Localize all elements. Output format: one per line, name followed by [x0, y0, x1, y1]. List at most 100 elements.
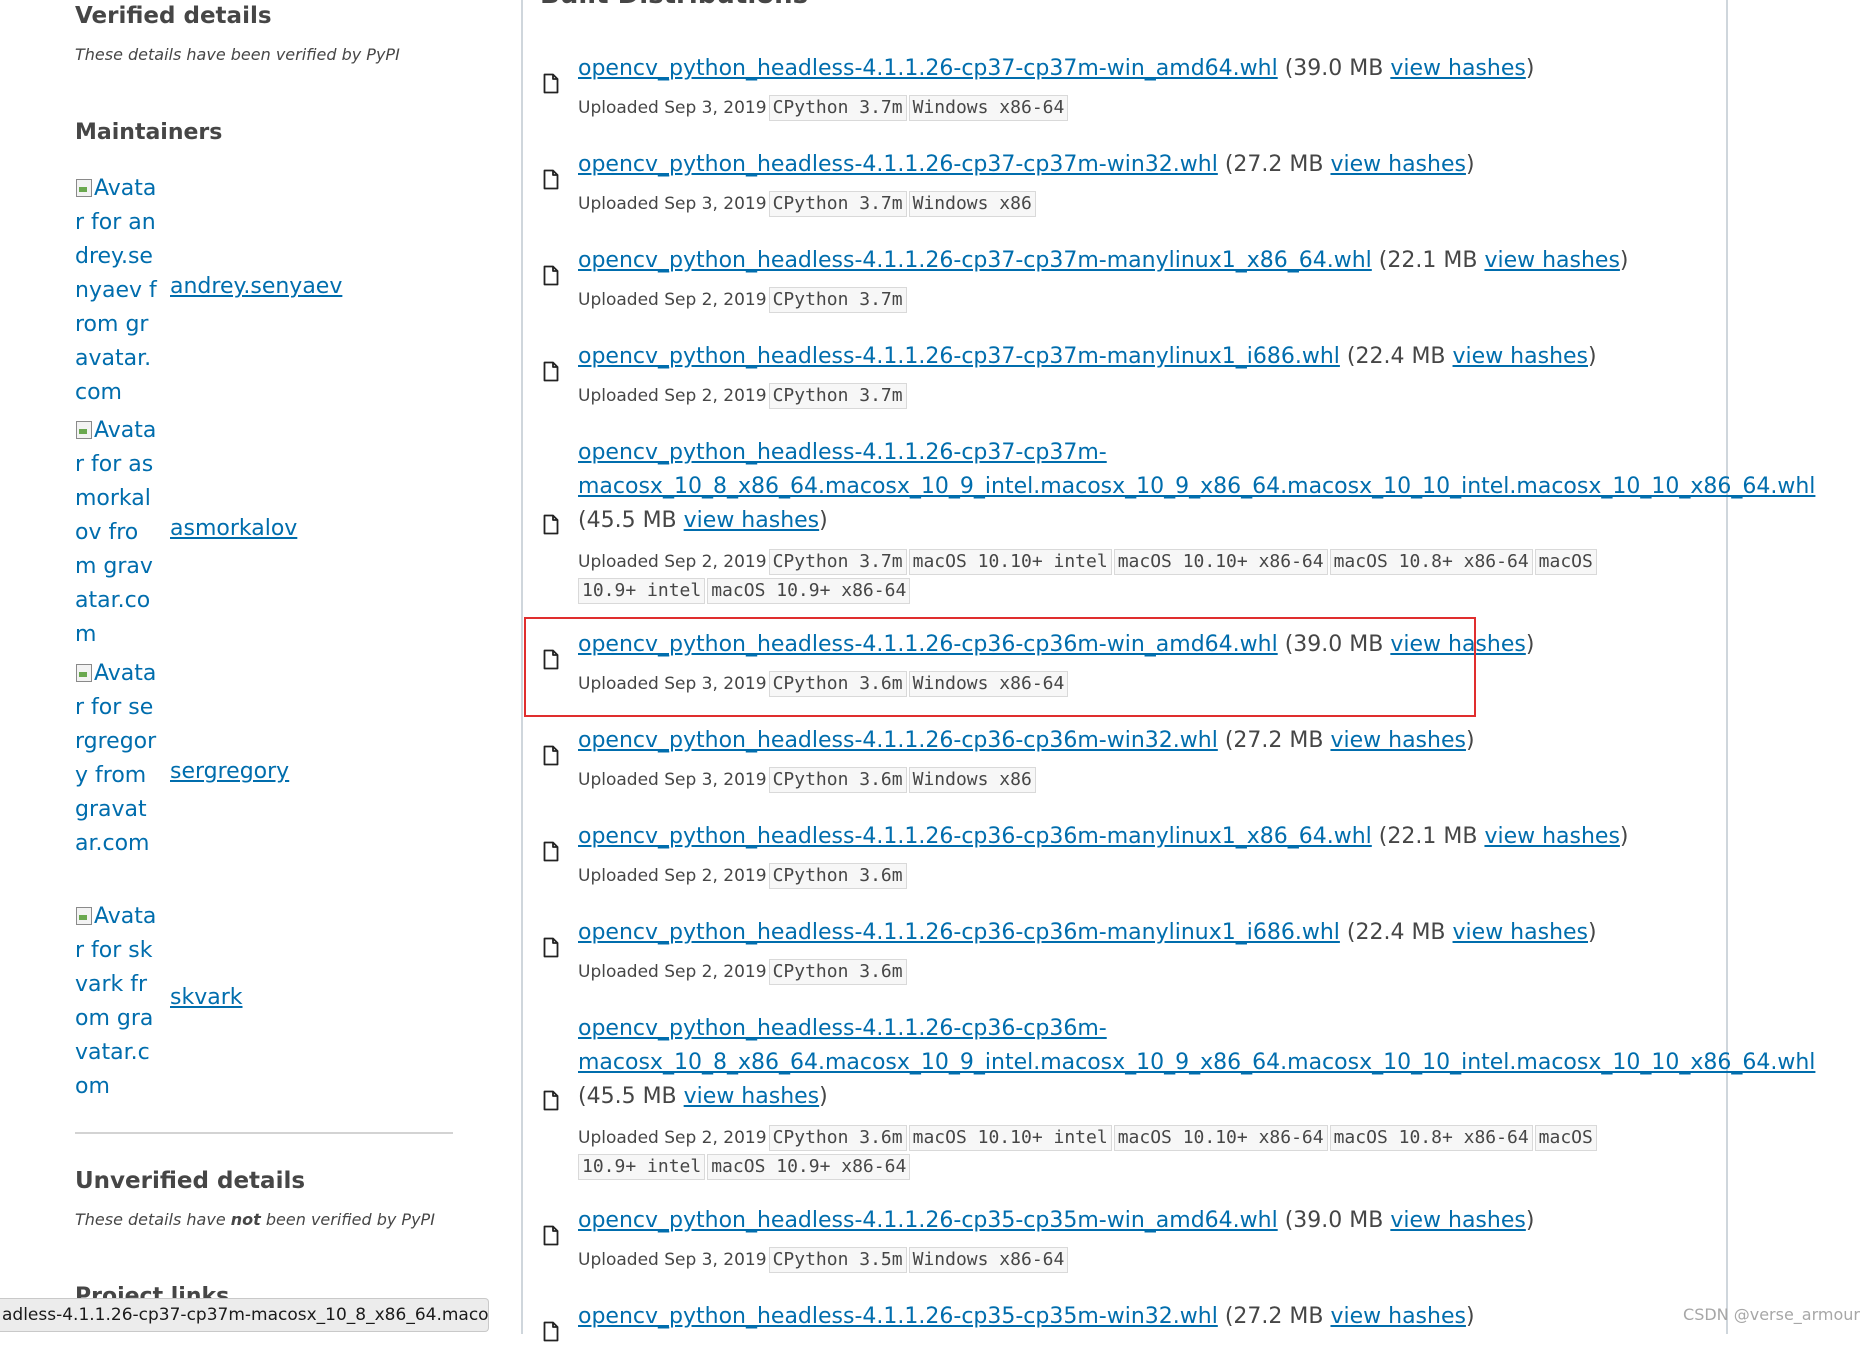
tag-badge: CPython 3.7m [768, 191, 907, 217]
tag-badge: macOS 10.10+ intel [908, 1125, 1112, 1151]
file-icon [543, 1321, 559, 1342]
file-icon [543, 265, 559, 286]
file-download-link[interactable]: opencv_python_headless-4.1.1.26-cp36-cp3… [578, 1016, 1107, 1041]
built-distributions-heading: Built Distributions [540, 0, 808, 10]
upload-date: Uploaded Sep 2, 2019 [578, 386, 767, 406]
maintainer-link-asmorkalov[interactable]: asmorkalov [170, 516, 297, 541]
file-download-link[interactable]: opencv_python_headless-4.1.1.26-cp37-cp3… [578, 56, 1278, 81]
tag-badge: macOS 10.10+ intel [908, 549, 1112, 575]
avatar: Avatar for asmorkalov from gravatar.com [75, 414, 157, 652]
file-line: opencv_python_headless-4.1.1.26-cp36-cp3… [578, 1012, 1107, 1046]
file-line: opencv_python_headless-4.1.1.26-cp36-cp3… [578, 728, 1475, 753]
view-hashes-link[interactable]: view hashes [1484, 824, 1619, 849]
unverified-details-heading: Unverified details [75, 1168, 306, 1194]
view-hashes-link[interactable]: view hashes [1453, 920, 1588, 945]
maintainer-andrey-senyaev: Avatar for andrey.senyaev from gravatar.… [75, 172, 455, 412]
maintainer-sergregory: Avatar for sergregory from gravatar.com … [75, 657, 455, 897]
upload-date: Uploaded Sep 2, 2019 [578, 290, 767, 310]
file-download-link[interactable]: opencv_python_headless-4.1.1.26-cp36-cp3… [578, 920, 1340, 945]
tag-badge: Windows x86 [908, 191, 1036, 217]
file-size: 27.2 MB [1233, 1304, 1324, 1329]
avatar: Avatar for skvark from gravatar.com [75, 900, 157, 1104]
file-download-link[interactable]: opencv_python_headless-4.1.1.26-cp37-cp3… [578, 152, 1218, 177]
file-line: opencv_python_headless-4.1.1.26-cp37-cp3… [578, 344, 1597, 369]
view-hashes-link[interactable]: view hashes [1390, 1208, 1525, 1233]
file-download-link[interactable]: opencv_python_headless-4.1.1.26-cp36-cp3… [578, 728, 1218, 753]
tag-badge: 10.9+ intel [578, 578, 706, 604]
upload-date: Uploaded Sep 3, 2019 [578, 98, 767, 118]
file-line: macosx_10_8_x86_64.macosx_10_9_intel.mac… [578, 470, 1815, 504]
maintainer-link-andrey-senyaev[interactable]: andrey.senyaev [170, 274, 342, 299]
file-line: macosx_10_8_x86_64.macosx_10_9_intel.mac… [578, 1046, 1815, 1080]
file-icon [543, 169, 559, 190]
upload-meta: Uploaded Sep 2, 2019 CPython 3.7m macOS 10… [578, 548, 1597, 576]
maintainer-link-sergregory[interactable]: sergregory [170, 759, 289, 784]
file-download-link[interactable]: macosx_10_8_x86_64.macosx_10_9_intel.mac… [578, 474, 1815, 499]
view-hashes-link[interactable]: view hashes [1453, 344, 1588, 369]
file-line: opencv_python_headless-4.1.1.26-cp35-cp3… [578, 1304, 1475, 1329]
verified-details-heading: Verified details [75, 3, 272, 29]
subtitle-part: been verified by PyPI [260, 1210, 435, 1229]
file-download-link[interactable]: macosx_10_8_x86_64.macosx_10_9_intel.mac… [578, 1050, 1815, 1075]
highlight-box [524, 617, 1476, 717]
tag-badge: macOS 10.9+ x86-64 [707, 578, 911, 604]
view-hashes-link[interactable]: view hashes [1330, 152, 1465, 177]
file-icon [543, 1225, 559, 1246]
upload-meta: Uploaded Sep 2, 2019 CPython 3.6m [578, 958, 907, 986]
tag-badge: CPython 3.5m [768, 1247, 907, 1273]
broken-image-icon [75, 906, 93, 926]
tag-badge: CPython 3.7m [768, 383, 907, 409]
upload-date: Uploaded Sep 3, 2019 [578, 194, 767, 214]
view-hashes-link[interactable]: view hashes [1330, 728, 1465, 753]
upload-meta-continued: 10.9+ intel macOS 10.9+ x86-64 [576, 577, 911, 605]
maintainer-link-skvark[interactable]: skvark [170, 985, 243, 1010]
upload-meta: Uploaded Sep 2, 2019 CPython 3.7m [578, 286, 907, 314]
tag-badge: CPython 3.6m [768, 959, 907, 985]
upload-meta: Uploaded Sep 3, 2019 CPython 3.6m Windows … [578, 766, 1036, 794]
file-size: 22.1 MB [1387, 824, 1478, 849]
file-size: 39.0 MB [1293, 56, 1384, 81]
view-hashes-link[interactable]: view hashes [1390, 56, 1525, 81]
upload-date: Uploaded Sep 2, 2019 [578, 866, 767, 886]
tag-badge: macOS 10.10+ x86-64 [1113, 549, 1328, 575]
file-line: opencv_python_headless-4.1.1.26-cp37-cp3… [578, 436, 1107, 470]
file-download-link[interactable]: opencv_python_headless-4.1.1.26-cp35-cp3… [578, 1304, 1218, 1329]
file-line: opencv_python_headless-4.1.1.26-cp36-cp3… [578, 920, 1597, 945]
upload-date: Uploaded Sep 3, 2019 [578, 770, 767, 790]
file-size: 27.2 MB [1233, 152, 1324, 177]
sidebar-divider [75, 1132, 453, 1134]
subtitle-part: These details have [75, 1210, 231, 1229]
verified-details-subtitle: These details have been verified by PyPI [75, 45, 400, 64]
tag-badge: Windows x86-64 [908, 1247, 1069, 1273]
file-icon [543, 937, 559, 958]
file-line: (45.5 MB view hashes) [578, 508, 828, 533]
file-download-link[interactable]: opencv_python_headless-4.1.1.26-cp37-cp3… [578, 344, 1340, 369]
file-line: opencv_python_headless-4.1.1.26-cp37-cp3… [578, 56, 1535, 81]
file-download-link[interactable]: opencv_python_headless-4.1.1.26-cp36-cp3… [578, 824, 1372, 849]
tag-badge: CPython 3.7m [768, 287, 907, 313]
tag-badge: CPython 3.7m [768, 95, 907, 121]
tag-badge: CPython 3.6m [768, 863, 907, 889]
file-size: 45.5 MB [586, 1084, 677, 1109]
file-download-link[interactable]: opencv_python_headless-4.1.1.26-cp37-cp3… [578, 440, 1107, 465]
maintainers-heading: Maintainers [75, 120, 223, 145]
file-download-link[interactable]: opencv_python_headless-4.1.1.26-cp37-cp3… [578, 248, 1372, 273]
file-icon [543, 361, 559, 382]
file-size: 45.5 MB [586, 508, 677, 533]
broken-image-icon [75, 420, 93, 440]
view-hashes-link[interactable]: view hashes [684, 508, 819, 533]
broken-image-icon [75, 663, 93, 683]
view-hashes-link[interactable]: view hashes [1484, 248, 1619, 273]
file-download-link[interactable]: opencv_python_headless-4.1.1.26-cp35-cp3… [578, 1208, 1278, 1233]
tag-badge: macOS 10.8+ x86-64 [1329, 549, 1533, 575]
view-hashes-link[interactable]: view hashes [1330, 1304, 1465, 1329]
avatar-alt-text: Avatar for andrey.senyaev from gravatar.… [75, 176, 157, 405]
tag-badge: macOS [1534, 549, 1597, 575]
maintainer-skvark: Avatar for skvark from gravatar.com skva… [75, 900, 455, 1110]
avatar-alt-text: Avatar for sergregory from gravatar.com [75, 661, 157, 856]
file-size: 27.2 MB [1233, 728, 1324, 753]
upload-meta-continued: 10.9+ intel macOS 10.9+ x86-64 [576, 1153, 911, 1181]
file-size: 22.4 MB [1355, 344, 1446, 369]
watermark: CSDN @verse_armour [1683, 1305, 1860, 1324]
view-hashes-link[interactable]: view hashes [684, 1084, 819, 1109]
